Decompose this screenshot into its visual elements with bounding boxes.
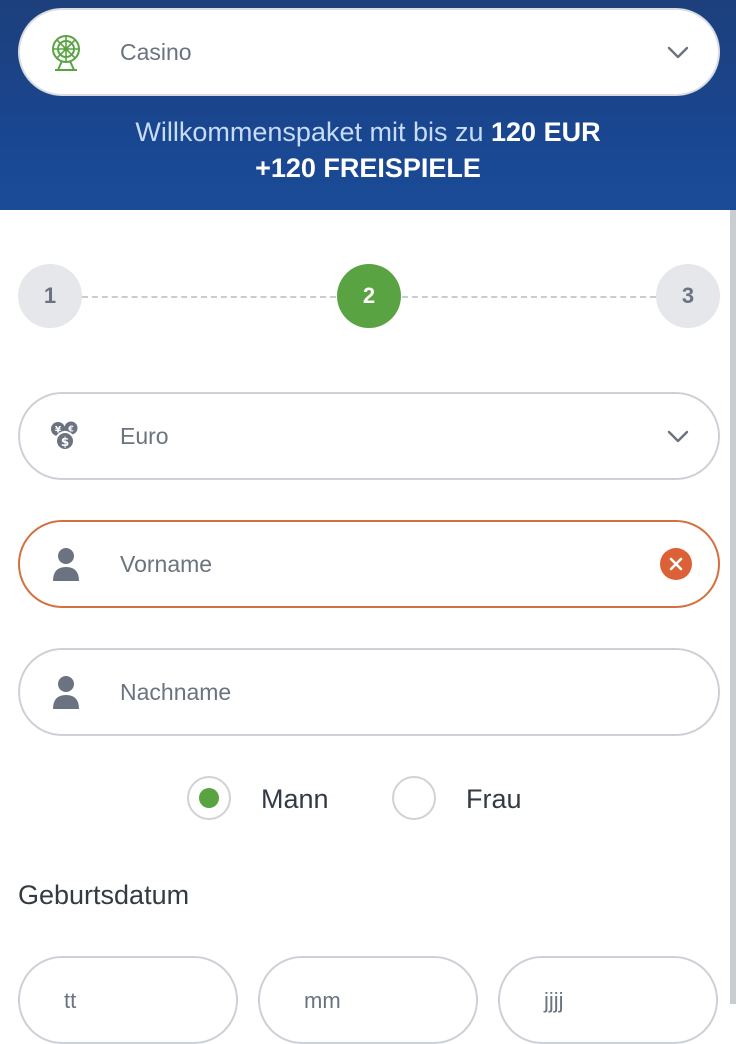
gender-male-label[interactable]: Mann xyxy=(261,784,329,815)
product-select[interactable]: Casino xyxy=(18,8,720,96)
birth-year-field[interactable]: jjjj xyxy=(498,956,718,1044)
birth-day-placeholder: tt xyxy=(64,988,77,1013)
user-icon xyxy=(44,542,88,586)
birth-month-placeholder: mm xyxy=(304,988,341,1013)
currency-value: Euro xyxy=(120,422,169,449)
step-connector xyxy=(402,296,656,298)
gender-male-radio[interactable] xyxy=(187,776,231,820)
first-name-field[interactable]: Vorname xyxy=(18,520,720,608)
product-select-value: Casino xyxy=(120,38,192,65)
last-name-placeholder: Nachname xyxy=(120,678,232,705)
step-1: 1 xyxy=(18,264,82,328)
roulette-wheel-icon xyxy=(44,30,88,74)
currency-coins-icon: ¥ € $ xyxy=(44,414,88,458)
clear-error-icon[interactable] xyxy=(660,548,692,580)
user-icon xyxy=(44,670,88,714)
currency-select[interactable]: ¥ € $ Euro xyxy=(18,392,720,480)
birthdate-label: Geburtsdatum xyxy=(18,880,190,910)
promo-line1-text: Willkommenspaket mit bis zu xyxy=(135,117,492,147)
radio-selected-dot xyxy=(199,788,219,808)
promo-amount: 120 EUR xyxy=(491,117,601,147)
chevron-down-icon xyxy=(666,40,690,64)
birth-month-field[interactable]: mm xyxy=(258,956,478,1044)
gender-female-radio[interactable] xyxy=(392,776,436,820)
promo-free-spins: +120 FREISPIELE xyxy=(255,153,481,183)
gender-female-label[interactable]: Frau xyxy=(466,784,522,815)
step-connector xyxy=(82,296,336,298)
birth-day-field[interactable]: tt xyxy=(18,956,238,1044)
last-name-field[interactable]: Nachname xyxy=(18,648,720,736)
svg-text:¥: ¥ xyxy=(55,426,62,436)
first-name-placeholder: Vorname xyxy=(120,550,213,577)
welcome-offer-text: Willkommenspaket mit bis zu 120 EUR +120… xyxy=(0,114,736,186)
scrollbar[interactable] xyxy=(730,210,736,1004)
step-2-active: 2 xyxy=(337,264,401,328)
svg-text:$: $ xyxy=(61,435,69,449)
birth-year-placeholder: jjjj xyxy=(544,988,564,1013)
svg-text:€: € xyxy=(67,425,74,434)
chevron-down-icon xyxy=(666,424,690,448)
step-3: 3 xyxy=(656,264,720,328)
